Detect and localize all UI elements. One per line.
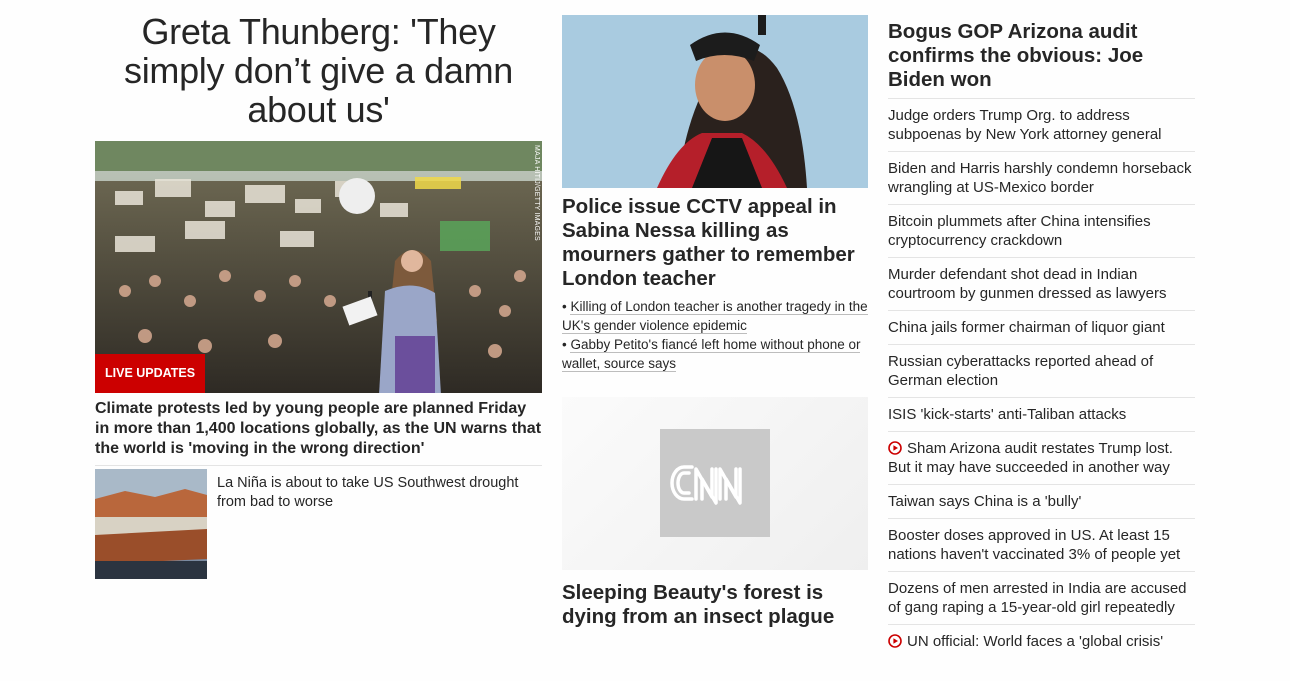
arizona-audit-headline[interactable]: Bogus GOP Arizona audit confirms the obv… bbox=[888, 20, 1195, 98]
headline-list-item[interactable]: UN official: World faces a 'global crisi… bbox=[888, 624, 1195, 658]
bullet-text: Gabby Petito's fiancé left home without … bbox=[562, 337, 861, 372]
headline-list-text: Biden and Harris harshly condemn horseba… bbox=[888, 160, 1192, 196]
headline-list-text: Judge orders Trump Org. to address subpo… bbox=[888, 107, 1162, 143]
middle-column: Police issue CCTV appeal in Sabina Nessa… bbox=[562, 15, 868, 629]
video-placeholder-card[interactable] bbox=[562, 397, 868, 570]
bullet-link[interactable]: • Gabby Petito's fiancé left home withou… bbox=[562, 335, 868, 373]
play-circle-icon bbox=[888, 634, 902, 648]
lead-photo[interactable]: MAJA HITIJ/GETTY IMAGES LIVE UPDATES bbox=[95, 141, 542, 393]
headline-list-text: Bitcoin plummets after China intensifies… bbox=[888, 213, 1151, 249]
lead-headline-link[interactable]: Greta Thunberg: 'They simply don’t give … bbox=[95, 12, 542, 129]
play-circle-icon bbox=[888, 441, 902, 455]
headline-list-item[interactable]: Dozens of men arrested in India are accu… bbox=[888, 571, 1195, 624]
photo-credit: MAJA HITIJ/GETTY IMAGES bbox=[533, 145, 540, 241]
headline-list-text: Booster doses approved in US. At least 1… bbox=[888, 527, 1181, 563]
headline-list-text: ISIS 'kick-starts' anti-Taliban attacks bbox=[888, 406, 1127, 423]
portrait-image bbox=[562, 15, 868, 188]
headline-list-text: Murder defendant shot dead in Indian cou… bbox=[888, 266, 1167, 302]
headline-list-item[interactable]: Sham Arizona audit restates Trump lost. … bbox=[888, 431, 1195, 484]
headline-list-item[interactable]: Bitcoin plummets after China intensifies… bbox=[888, 204, 1195, 257]
headline-list-text: Taiwan says China is a 'bully' bbox=[888, 493, 1082, 510]
forest-headline[interactable]: Sleeping Beauty's forest is dying from a… bbox=[562, 581, 868, 629]
lead-column: Greta Thunberg: 'They simply don’t give … bbox=[95, 12, 542, 579]
live-updates-badge[interactable]: LIVE UPDATES bbox=[95, 354, 206, 393]
headline-list-text: China jails former chairman of liquor gi… bbox=[888, 319, 1165, 336]
sub-story-card[interactable]: La Niña is about to take US Southwest dr… bbox=[95, 465, 542, 579]
sabina-nessa-photo[interactable] bbox=[562, 15, 868, 188]
headline-list: Judge orders Trump Org. to address subpo… bbox=[888, 98, 1195, 658]
headline-list-item[interactable]: Booster doses approved in US. At least 1… bbox=[888, 518, 1195, 571]
bullet-text: Killing of London teacher is another tra… bbox=[562, 299, 868, 334]
headline-list-text: Sham Arizona audit restates Trump lost. … bbox=[888, 440, 1173, 476]
lake-drought-thumbnail bbox=[95, 469, 207, 579]
bullet-link[interactable]: • Killing of London teacher is another t… bbox=[562, 297, 868, 335]
headline-list-text: Dozens of men arrested in India are accu… bbox=[888, 580, 1187, 616]
headline-list-item[interactable]: Judge orders Trump Org. to address subpo… bbox=[888, 98, 1195, 151]
headlines-column: Bogus GOP Arizona audit confirms the obv… bbox=[888, 20, 1195, 658]
sabina-nessa-headline[interactable]: Police issue CCTV appeal in Sabina Nessa… bbox=[562, 195, 868, 291]
headline-list-item[interactable]: Murder defendant shot dead in Indian cou… bbox=[888, 257, 1195, 310]
related-bullets: • Killing of London teacher is another t… bbox=[562, 297, 868, 373]
headline-list-item[interactable]: Russian cyberattacks reported ahead of G… bbox=[888, 344, 1195, 397]
lead-caption-link[interactable]: Climate protests led by young people are… bbox=[95, 399, 542, 459]
headline-list-item[interactable]: Biden and Harris harshly condemn horseba… bbox=[888, 151, 1195, 204]
headline-list-item[interactable]: ISIS 'kick-starts' anti-Taliban attacks bbox=[888, 397, 1195, 431]
sub-story-headline: La Niña is about to take US Southwest dr… bbox=[217, 475, 519, 510]
headline-list-text: UN official: World faces a 'global crisi… bbox=[907, 633, 1164, 650]
headline-list-item[interactable]: Taiwan says China is a 'bully' bbox=[888, 484, 1195, 518]
headline-list-text: Russian cyberattacks reported ahead of G… bbox=[888, 353, 1154, 389]
cnn-logo-icon bbox=[660, 429, 770, 537]
headline-list-item[interactable]: China jails former chairman of liquor gi… bbox=[888, 310, 1195, 344]
